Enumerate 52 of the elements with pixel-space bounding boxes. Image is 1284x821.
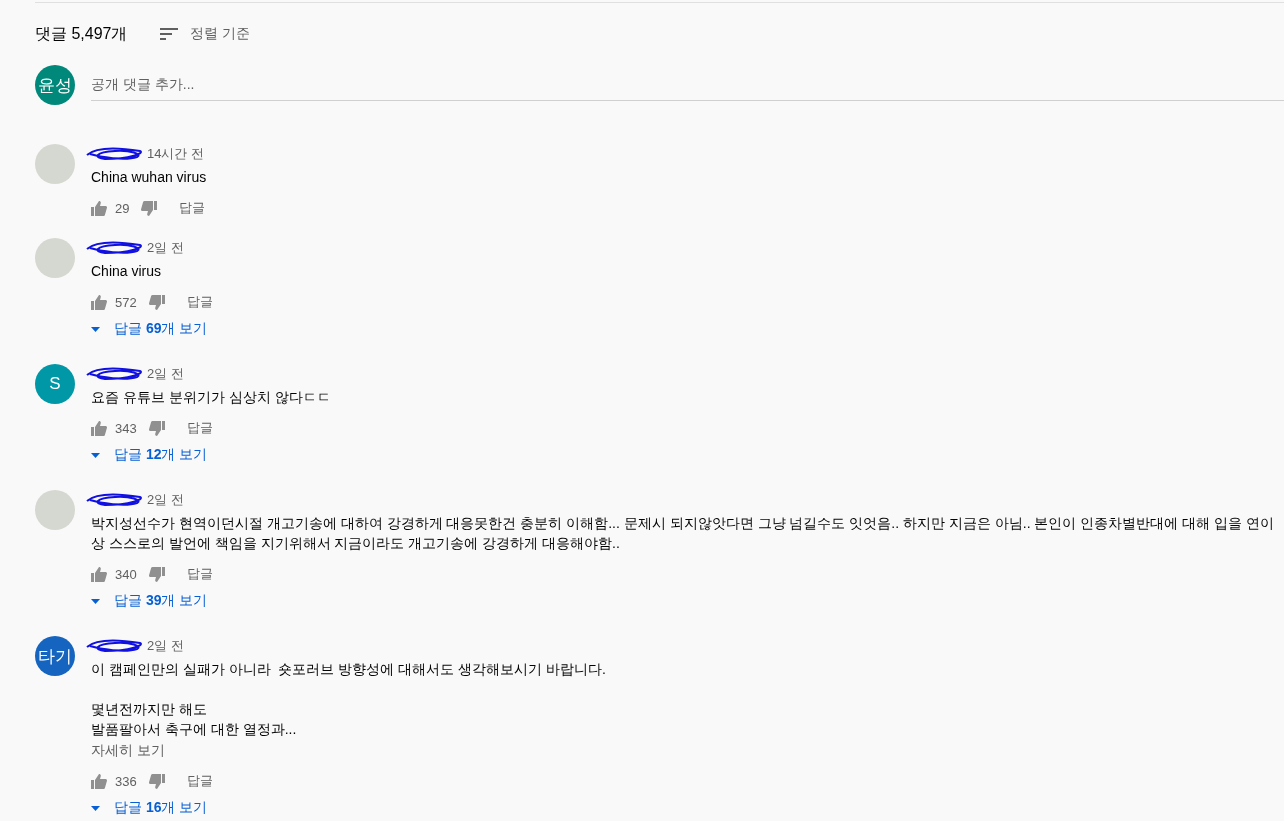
thumbs-up-icon[interactable] xyxy=(91,566,107,582)
like-count: 336 xyxy=(115,773,137,789)
user-avatar: 타기 xyxy=(35,636,75,676)
view-replies-button[interactable]: 답글 16개 보기 xyxy=(91,798,208,818)
comment-time[interactable]: 2일 전 xyxy=(147,637,184,655)
read-more-link[interactable]: 자세히 보기 xyxy=(91,740,165,760)
caret-icon xyxy=(91,805,100,811)
thumbs-up-icon[interactable] xyxy=(91,773,107,789)
comment-text: 발품팔아서 축구에 대한 열정과... xyxy=(91,720,298,739)
sort-button[interactable]: 정렬 기준 xyxy=(160,25,250,43)
avatar-photo-placeholder xyxy=(35,490,75,530)
like-count: 572 xyxy=(115,294,137,310)
user-avatar: 윤성 xyxy=(35,65,75,105)
like-count: 340 xyxy=(115,566,137,582)
view-replies-button[interactable]: 답글 39개 보기 xyxy=(91,591,208,611)
reply-button[interactable]: 답글 xyxy=(186,565,213,583)
like-count: 343 xyxy=(115,420,137,436)
comment-time[interactable]: 14시간 전 xyxy=(147,145,205,163)
avatar-photo-placeholder xyxy=(35,238,75,278)
user-avatar: S xyxy=(35,364,75,404)
thumbs-down-icon[interactable] xyxy=(148,773,165,789)
thumbs-down-icon[interactable] xyxy=(141,200,158,216)
view-replies-button[interactable]: 답글 69개 보기 xyxy=(91,319,208,339)
reply-button[interactable]: 답글 xyxy=(186,419,213,437)
thumbs-up-icon[interactable] xyxy=(91,420,107,436)
reply-button[interactable]: 답글 xyxy=(179,199,206,217)
thumbs-up-icon[interactable] xyxy=(91,294,107,310)
like-count: 29 xyxy=(115,200,130,216)
caret-icon xyxy=(91,326,100,332)
sort-icon xyxy=(160,28,178,40)
caret-icon xyxy=(91,452,100,458)
comment-input-field[interactable]: 공개 댓글 추가... xyxy=(91,69,1284,101)
comment-count: 댓글 5,497개 xyxy=(35,23,129,44)
thumbs-up-icon[interactable] xyxy=(91,200,107,216)
caret-icon xyxy=(91,598,100,604)
comment-time[interactable]: 2일 전 xyxy=(147,491,184,509)
thumbs-down-icon[interactable] xyxy=(148,566,165,582)
comment-text: 박지성선수가 현역이던시절 개고기송에 대하여 강경하게 대응못한건 충분히 이해함... 문제시 되지않앗다면 그냥 넘길수도 잇엇음.. 하지만 지금은 아님.. 본인이 인종차별반대에 대해 입을 연이 xyxy=(91,514,1276,533)
reply-button[interactable]: 답글 xyxy=(186,772,213,790)
reply-button[interactable]: 답글 xyxy=(186,293,213,311)
comment-text: 몇년전까지만 해도 xyxy=(91,700,208,719)
avatar-photo-placeholder xyxy=(35,144,75,184)
comment-text: 상 스스로의 발언에 책임을 지기위해서 지금이라도 개고기송에 강경하게 대응해야함.. xyxy=(91,534,621,553)
comment-text: China wuhan virus xyxy=(91,168,208,187)
comment-text: 요즘 유튜브 분위기가 심상치 않다ㄷㄷ xyxy=(91,388,332,407)
thumbs-down-icon[interactable] xyxy=(148,294,165,310)
view-replies-button[interactable]: 답글 12개 보기 xyxy=(91,445,208,465)
comment-time[interactable]: 2일 전 xyxy=(147,239,184,257)
comment-time[interactable]: 2일 전 xyxy=(147,365,184,383)
comment-text: China virus xyxy=(91,262,163,281)
comment-text: 이 캠페인만의 실패가 아니라 숏포러브 방향성에 대해서도 생각해보시기 바랍니다. xyxy=(91,660,607,679)
thumbs-down-icon[interactable] xyxy=(148,420,165,436)
